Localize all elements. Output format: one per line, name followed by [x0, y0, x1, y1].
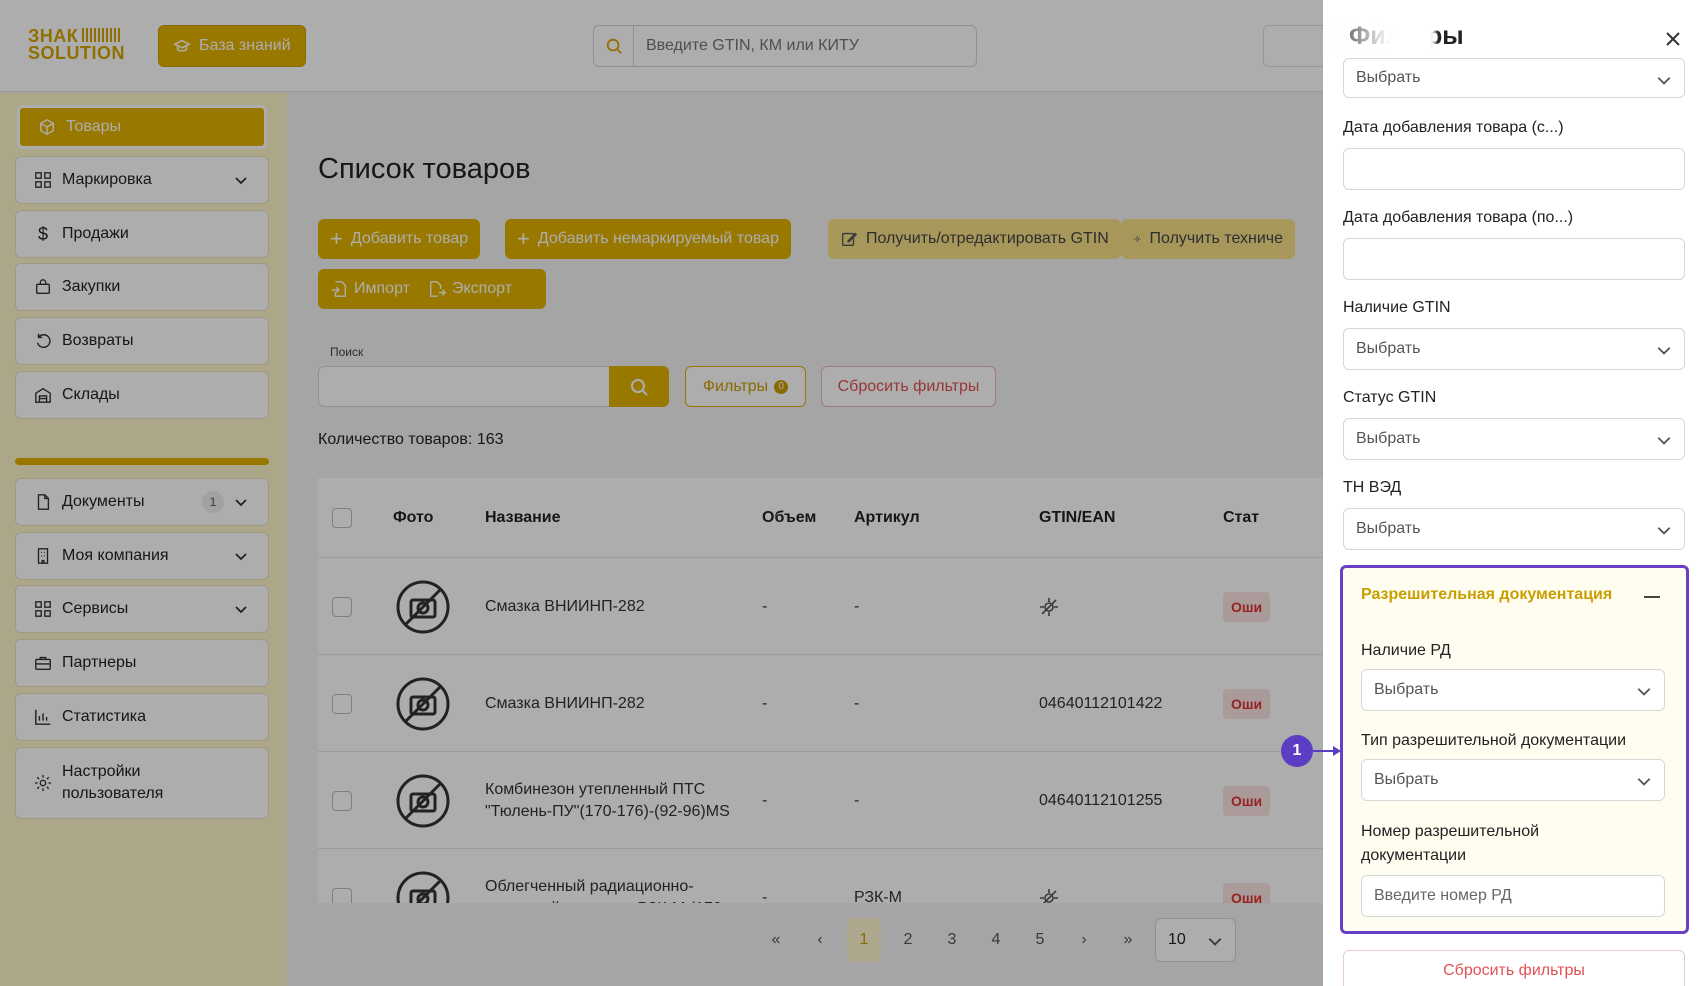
chevron-down-icon [1637, 778, 1651, 786]
select-value: Выбрать [1356, 430, 1421, 447]
rd-type-label: Тип разрешительной документации [1361, 732, 1626, 749]
modal-backdrop[interactable] [0, 0, 1323, 986]
rd-presence-select[interactable]: Выбрать [1361, 669, 1665, 711]
select-value: Выбрать [1356, 520, 1421, 537]
permit-docs-title[interactable]: Разрешительная документация [1361, 586, 1612, 604]
rd-number-input[interactable] [1361, 875, 1665, 917]
chevron-down-icon [1657, 77, 1671, 85]
gtin-status-select[interactable]: Выбрать [1343, 418, 1685, 460]
rd-presence-label: Наличие РД [1361, 642, 1451, 659]
tnved-select[interactable]: Выбрать [1343, 508, 1685, 550]
gtin-presence-select[interactable]: Выбрать [1343, 328, 1685, 370]
arrow-right-icon [1333, 746, 1341, 756]
chevron-down-icon [1657, 347, 1671, 355]
gtin-presence-label: Наличие GTIN [1343, 299, 1451, 316]
rd-type-select[interactable]: Выбрать [1361, 759, 1665, 801]
collapse-icon[interactable] [1644, 596, 1660, 598]
filters-panel: Фильтры Выбрать Дата добавления товара (… [1323, 0, 1698, 986]
tnved-label: ТН ВЭД [1343, 479, 1402, 496]
marker-arrow-line [1313, 750, 1335, 752]
permit-docs-section: Разрешительная документация Наличие РД В… [1340, 565, 1689, 934]
filter-select-top[interactable]: Выбрать [1343, 58, 1685, 98]
date-from-label: Дата добавления товара (с...) [1343, 119, 1564, 136]
step-marker: 1 [1281, 735, 1313, 767]
chevron-down-icon [1657, 527, 1671, 535]
close-icon[interactable] [1660, 26, 1686, 52]
select-value: Выбрать [1356, 340, 1421, 357]
date-to-input[interactable] [1343, 238, 1685, 280]
select-value: Выбрать [1356, 69, 1421, 86]
chevron-down-icon [1637, 688, 1651, 696]
gtin-status-label: Статус GTIN [1343, 389, 1437, 406]
select-value: Выбрать [1374, 681, 1439, 698]
chevron-down-icon [1657, 437, 1671, 445]
rd-number-label: Номер разрешительной документации [1361, 823, 1540, 864]
blurred-area [1323, 22, 1435, 56]
date-from-input[interactable] [1343, 148, 1685, 190]
date-to-label: Дата добавления товара (по...) [1343, 209, 1574, 226]
panel-reset-filters-button[interactable]: Сбросить фильтры [1343, 950, 1685, 986]
select-value: Выбрать [1374, 771, 1439, 788]
